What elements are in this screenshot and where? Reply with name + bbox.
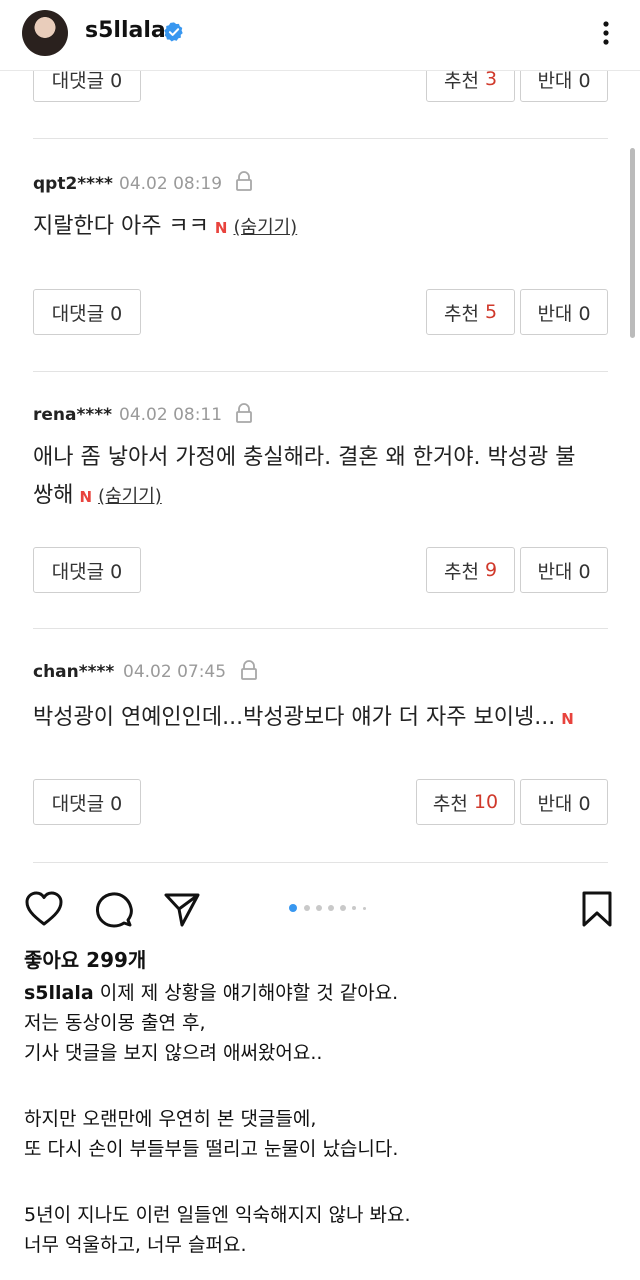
upvote-button[interactable]: 추천 5 (426, 289, 515, 335)
caption-line (24, 1164, 624, 1200)
reply-button[interactable]: 대댓글 0 (33, 547, 141, 593)
carousel-dot (316, 905, 322, 911)
hide-link[interactable]: (숨기기) (233, 217, 297, 238)
caption-line: 하지만 오랜만에 우연히 본 댓글들에, (24, 1108, 317, 1130)
caption-line: 또 다시 손이 부들부들 떨리고 눈물이 났습니다. (24, 1138, 399, 1160)
carousel-dot (328, 905, 334, 911)
comment-icon[interactable] (94, 890, 134, 930)
upvote-button[interactable]: 추천 10 (416, 779, 515, 825)
reply-button[interactable]: 대댓글 0 (33, 779, 141, 825)
lock-icon (236, 403, 252, 423)
caption-line: 5년이 지나도 이런 일들엔 익숙해지지 않나 봐요. (24, 1204, 411, 1226)
comment-text: 애나 좀 낳아서 가정에 충실해라. 결혼 왜 한거야. 박성광 불 쌍해 N (숨… (33, 445, 576, 508)
upvote-button[interactable]: 추천 9 (426, 547, 515, 593)
reply-button[interactable]: 대댓글 0 (33, 70, 141, 102)
verified-badge-icon (164, 22, 183, 42)
downvote-button[interactable]: 반대 0 (520, 289, 608, 335)
carousel-dot (289, 904, 297, 912)
carousel-dot (352, 906, 356, 910)
heart-icon[interactable] (24, 890, 64, 928)
post-image-comments: 대댓글 0 추천 3 반대 0 qpt2**** 04.02 08:19 지랄한다… (0, 70, 640, 865)
downvote-button[interactable]: 반대 0 (520, 779, 608, 825)
divider (33, 862, 608, 863)
downvote-button[interactable]: 반대 0 (520, 547, 608, 593)
scrollbar[interactable] (630, 148, 635, 338)
new-badge-icon: N (561, 710, 574, 728)
caption-line: 이제 제 상황을 얘기해야할 것 같아요. (99, 982, 399, 1004)
comment-user: rena**** (33, 405, 113, 425)
caption-line (24, 1068, 624, 1104)
caption-line: 기사 댓글을 보지 않으려 애써왔어요.. (24, 1042, 323, 1064)
divider (33, 628, 608, 629)
send-icon[interactable] (163, 891, 201, 929)
comment-text: 박성광이 연예인인데...박성광보다 얘가 더 자주 보이넹... N (33, 705, 574, 730)
reply-button[interactable]: 대댓글 0 (33, 289, 141, 335)
new-badge-icon: N (79, 488, 93, 506)
comment-user: chan**** (33, 662, 115, 682)
carousel-dot (304, 905, 310, 911)
downvote-button[interactable]: 반대 0 (520, 70, 608, 102)
comment-date: 04.02 08:11 (119, 405, 223, 425)
caption-username[interactable]: s5llala (24, 982, 94, 1004)
comment-date: 04.02 08:19 (119, 174, 223, 194)
upvote-button[interactable]: 추천 3 (426, 70, 515, 102)
carousel-dot (363, 907, 366, 910)
caption-line: 저는 동상이몽 출연 후, (24, 1012, 206, 1034)
hide-link[interactable]: (숨기기) (98, 486, 162, 507)
caption-line: 너무 억울하고, 너무 슬퍼요. (24, 1234, 247, 1256)
likes-count[interactable]: 좋아요 299개 (24, 944, 146, 973)
divider (33, 138, 608, 139)
comment-text: 지랄한다 아주 ㅋㅋ N (숨기기) (33, 214, 298, 239)
profile-avatar[interactable] (22, 10, 68, 56)
new-badge-icon: N (214, 219, 228, 237)
comment-user: qpt2**** (33, 174, 113, 194)
more-vertical-icon[interactable] (596, 18, 616, 48)
lock-icon (241, 660, 257, 680)
lock-icon (236, 171, 252, 191)
carousel-dot (340, 905, 346, 911)
post-caption: s5llala 이제 제 상황을 얘기해야할 것 같아요. 저는 동상이몽 출연… (24, 978, 624, 1260)
post-header: s5llala (0, 0, 640, 71)
comment-date: 04.02 07:45 (123, 662, 227, 682)
username[interactable]: s5llala (85, 18, 166, 43)
divider (33, 371, 608, 372)
bookmark-icon[interactable] (580, 890, 614, 928)
